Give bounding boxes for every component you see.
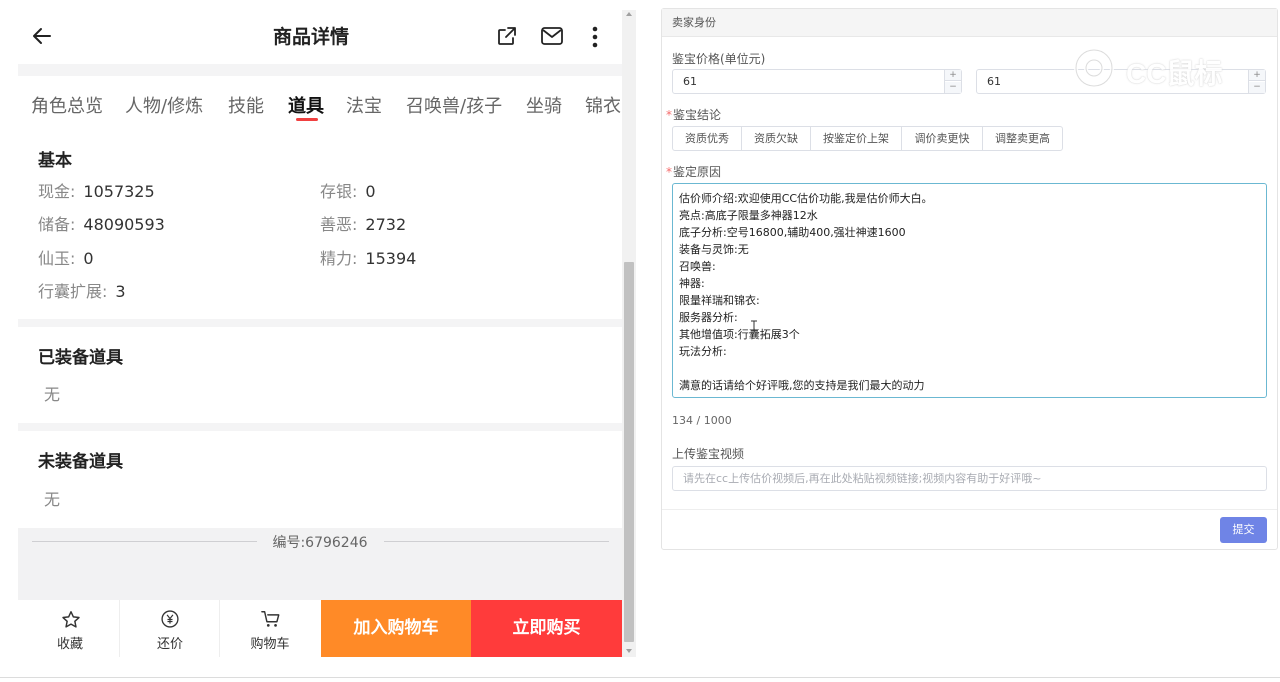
- basic-section: 基本 现金: 1057325 存银: 0 储备: 48090593 善恶: 2732 仙…: [18, 128, 622, 319]
- unequipped-section: 未装备道具 无: [18, 431, 622, 528]
- tab-skills[interactable]: 技能: [228, 92, 264, 118]
- decrement-button[interactable]: −: [945, 82, 961, 93]
- video-link-input[interactable]: 请先在cc上传估价视频后,再在此处粘贴视频链接;视频内容有助于好评哦~: [672, 466, 1267, 491]
- share-icon[interactable]: [495, 24, 519, 48]
- section-title: 基本: [38, 151, 72, 171]
- panel-title: 卖家身份: [662, 9, 1277, 37]
- option-adjust-sell-faster[interactable]: 调价卖更快: [901, 126, 983, 151]
- message-icon[interactable]: [540, 25, 564, 47]
- empty-text: 无: [44, 490, 61, 509]
- character-counter: 134 / 1000: [672, 414, 732, 427]
- scroll-up-arrow[interactable]: [626, 12, 632, 16]
- divider-line: [384, 541, 609, 542]
- bag-expansion-field: 行囊扩展: 3: [38, 282, 126, 301]
- header-divider: [18, 64, 622, 76]
- reason-label: *鉴定原因: [666, 165, 722, 179]
- option-adjust-sell-higher[interactable]: 调整卖更高: [982, 126, 1063, 151]
- window-bottom-border: [0, 677, 1280, 678]
- jade-field: 仙玉: 0: [38, 249, 94, 268]
- tab-bar: 角色总览 人物/修炼 技能 道具 法宝 召唤兽/孩子 坐骑 锦衣: [18, 76, 622, 128]
- section-title: 已装备道具: [38, 348, 123, 368]
- product-detail-view: 商品详情 角色总览 人物/修炼 技能 道具 法宝 召唤兽/孩子 坐骑 锦衣 基本…: [0, 0, 622, 657]
- decrement-button[interactable]: −: [1249, 82, 1265, 93]
- yuan-coin-icon: [161, 610, 179, 628]
- star-icon: [62, 611, 80, 628]
- bargain-button[interactable]: 还价: [120, 600, 220, 657]
- active-tab-indicator: [296, 118, 318, 121]
- add-to-cart-button[interactable]: 加入购物车: [321, 600, 471, 657]
- tab-mounts[interactable]: 坐骑: [526, 92, 562, 118]
- tab-overview[interactable]: 角色总览: [31, 92, 103, 118]
- reserve-field: 储备: 48090593: [38, 215, 165, 234]
- cc-watermark-logo: CC鼠标: [1070, 46, 1250, 92]
- top-header: 商品详情: [0, 0, 622, 64]
- increment-button[interactable]: +: [1249, 70, 1265, 81]
- cart-button[interactable]: 购物车: [220, 600, 320, 657]
- serial-number: 编号:6796246: [272, 535, 368, 551]
- section-divider: [18, 423, 622, 431]
- section-divider: [18, 319, 622, 327]
- scroll-thumb[interactable]: [624, 262, 634, 642]
- shopping-cart-icon: [261, 611, 280, 627]
- more-vertical-icon[interactable]: [586, 24, 604, 50]
- text-cursor-icon: [751, 320, 757, 332]
- video-label: 上传鉴宝视频: [672, 447, 745, 461]
- section-title: 未装备道具: [38, 452, 123, 472]
- page-title: 商品详情: [272, 26, 349, 48]
- price-label: 鉴宝价格(单位元): [672, 52, 766, 66]
- option-lacking[interactable]: 资质欠缺: [741, 126, 811, 151]
- vertical-scrollbar[interactable]: [622, 10, 636, 657]
- mouse-logo-icon: [1074, 48, 1114, 88]
- buy-now-button[interactable]: 立即购买: [471, 600, 622, 657]
- cart-label: 购物车: [250, 637, 290, 652]
- cash-field: 现金: 1057325: [38, 182, 155, 201]
- favorite-button[interactable]: 收藏: [20, 600, 120, 657]
- empty-text: 无: [44, 385, 61, 404]
- price-min-input[interactable]: 61 + −: [672, 69, 962, 94]
- bottom-action-bar: 收藏 还价 购物车 加入购物车 立即购买: [18, 600, 622, 657]
- saved-silver-field: 存银: 0: [320, 182, 376, 201]
- serial-area: 编号:6796246: [18, 528, 622, 600]
- karma-field: 善恶: 2732: [320, 215, 407, 234]
- tab-outfits[interactable]: 锦衣: [585, 92, 621, 118]
- scroll-down-arrow[interactable]: [626, 649, 632, 653]
- stepper: + −: [944, 70, 961, 93]
- tab-character[interactable]: 人物/修炼: [125, 92, 203, 118]
- tab-items[interactable]: 道具: [288, 92, 324, 118]
- favorite-label: 收藏: [56, 637, 83, 652]
- tab-pets[interactable]: 召唤兽/孩子: [406, 92, 502, 118]
- bargain-label: 还价: [156, 637, 183, 652]
- watermark-text: CC鼠标: [1126, 58, 1223, 89]
- option-list-at-appraised-price[interactable]: 按鉴定价上架: [810, 126, 902, 151]
- panel-footer-divider: [662, 509, 1277, 510]
- option-excellent[interactable]: 资质优秀: [672, 126, 742, 151]
- submit-button[interactable]: 提交: [1220, 517, 1267, 543]
- reason-textarea[interactable]: 估价师介绍:欢迎使用CC估价功能,我是估价师大白。 亮点:高底子限量多神器12水…: [672, 183, 1267, 398]
- conclusion-label: *鉴宝结论: [666, 108, 722, 122]
- stepper: + −: [1248, 70, 1265, 93]
- tab-treasures[interactable]: 法宝: [346, 92, 382, 118]
- energy-field: 精力: 15394: [320, 249, 417, 268]
- equipped-section: 已装备道具 无: [18, 327, 622, 423]
- increment-button[interactable]: +: [945, 70, 961, 81]
